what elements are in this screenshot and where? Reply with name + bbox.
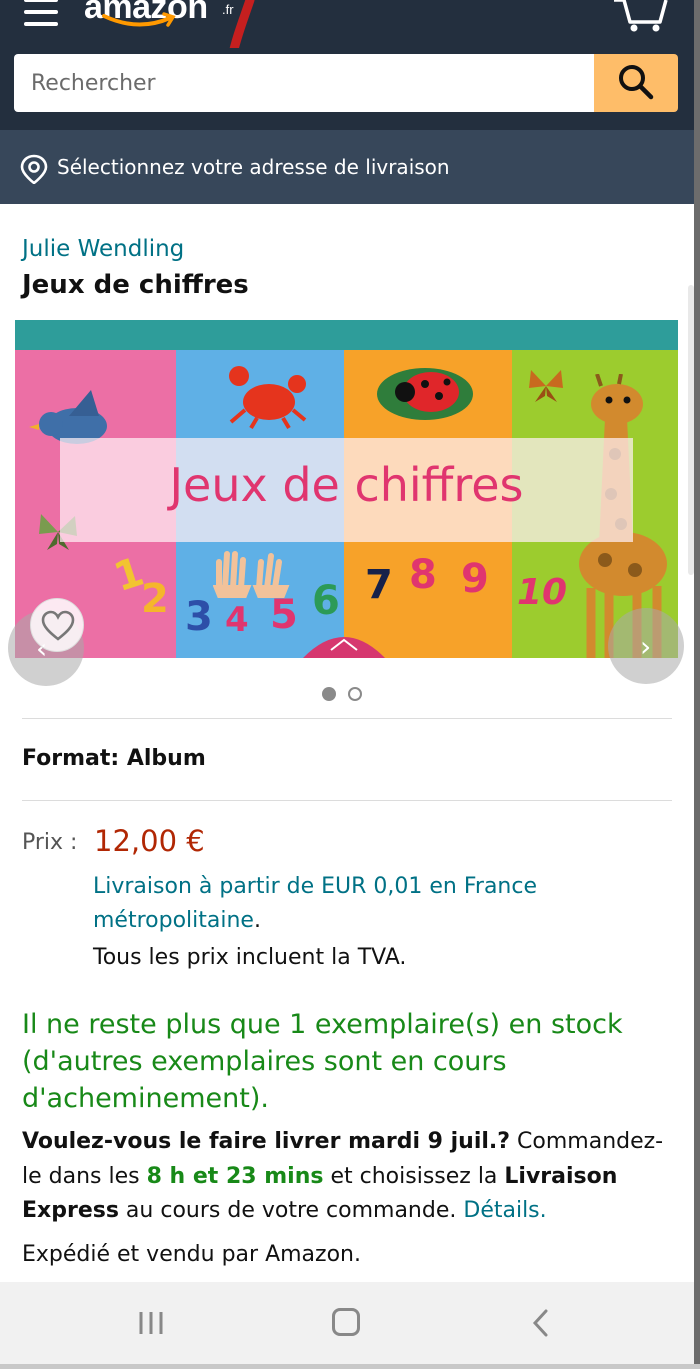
delivery-estimate: Voulez-vous le faire livrer mardi 9 juil… bbox=[22, 1125, 682, 1229]
ladybug-icon bbox=[377, 368, 473, 420]
pink-hill-shape bbox=[303, 637, 385, 658]
delivery-countdown: 8 h et 23 mins bbox=[146, 1163, 324, 1189]
chevron-right-icon: › bbox=[640, 630, 652, 663]
android-navigation-bar bbox=[0, 1282, 694, 1364]
shipping-period: . bbox=[253, 908, 261, 933]
divider bbox=[22, 718, 672, 719]
wishlist-button[interactable] bbox=[30, 598, 84, 652]
cover-digit: 10 bbox=[517, 572, 568, 613]
search-button[interactable] bbox=[594, 54, 678, 112]
price-value: 12,00 € bbox=[94, 824, 205, 858]
cover-digit: 3 bbox=[185, 594, 213, 640]
delivery-address-bar[interactable]: Sélectionnez votre adresse de livraison bbox=[0, 130, 696, 204]
product-title: Jeux de chiffres bbox=[22, 270, 249, 300]
heart-icon bbox=[41, 610, 75, 641]
shipping-link[interactable]: Livraison à partir de EUR 0,01 en France… bbox=[93, 874, 537, 933]
delivery-address-label: Sélectionnez votre adresse de livraison bbox=[57, 155, 450, 179]
price-label: Prix : bbox=[22, 830, 78, 855]
seller-info: Expédié et vendu par Amazon. bbox=[22, 1242, 361, 1267]
search-input[interactable] bbox=[14, 54, 596, 112]
stock-message: Il ne reste plus que 1 exemplaire(s) en … bbox=[22, 1009, 623, 1114]
delivery-question: Voulez-vous le faire livrer mardi 9 juil… bbox=[22, 1129, 511, 1154]
cover-digit: 8 bbox=[409, 552, 437, 598]
cover-digit: 2 bbox=[141, 576, 169, 622]
cover-top-strip bbox=[15, 320, 678, 350]
shipping-info: Livraison à partir de EUR 0,01 en France… bbox=[93, 870, 653, 938]
format-label: Format: Album bbox=[22, 746, 206, 771]
scrollbar-thumb[interactable] bbox=[688, 285, 694, 575]
carousel-next-button[interactable]: › bbox=[608, 608, 684, 684]
search-icon bbox=[619, 64, 654, 99]
cart-icon[interactable] bbox=[612, 0, 672, 34]
author-link[interactable]: Julie Wendling bbox=[22, 236, 184, 262]
hands-icon bbox=[213, 551, 290, 598]
cover-digit: 4 bbox=[225, 600, 249, 640]
cover-digit: 9 bbox=[461, 556, 489, 602]
crab-icon bbox=[229, 366, 307, 430]
delivery-suffix: au cours de votre commande. bbox=[118, 1198, 464, 1223]
delivery-choose-text: et choisissez la bbox=[323, 1163, 505, 1189]
cover-digit: 5 bbox=[270, 592, 298, 638]
tva-note: Tous les prix incluent la TVA. bbox=[93, 945, 407, 970]
divider bbox=[22, 800, 672, 801]
cover-digit: 6 bbox=[312, 578, 340, 624]
screen-edge bbox=[694, 0, 700, 1369]
cover-digit: 7 bbox=[365, 562, 393, 608]
carousel-dot-active[interactable] bbox=[322, 687, 336, 701]
top-navigation-bar: amazon .fr bbox=[0, 0, 696, 62]
hamburger-menu-icon[interactable] bbox=[24, 0, 58, 26]
back-icon[interactable] bbox=[530, 1308, 552, 1338]
details-link[interactable]: Détails. bbox=[463, 1198, 546, 1223]
location-pin-icon bbox=[20, 154, 48, 184]
product-cover-image[interactable]: Jeux de chiffres 1 2 3 4 5 6 7 8 9 10 bbox=[15, 320, 678, 658]
cover-title: Jeux de chiffres bbox=[169, 458, 524, 512]
butterfly-icon bbox=[529, 370, 563, 402]
screen-bottom-edge bbox=[0, 1364, 700, 1369]
logo-smile-icon bbox=[102, 12, 176, 27]
carousel-dot[interactable] bbox=[348, 687, 362, 701]
search-bar bbox=[0, 48, 696, 130]
recent-apps-icon[interactable] bbox=[138, 1311, 164, 1335]
home-icon[interactable] bbox=[332, 1308, 360, 1336]
